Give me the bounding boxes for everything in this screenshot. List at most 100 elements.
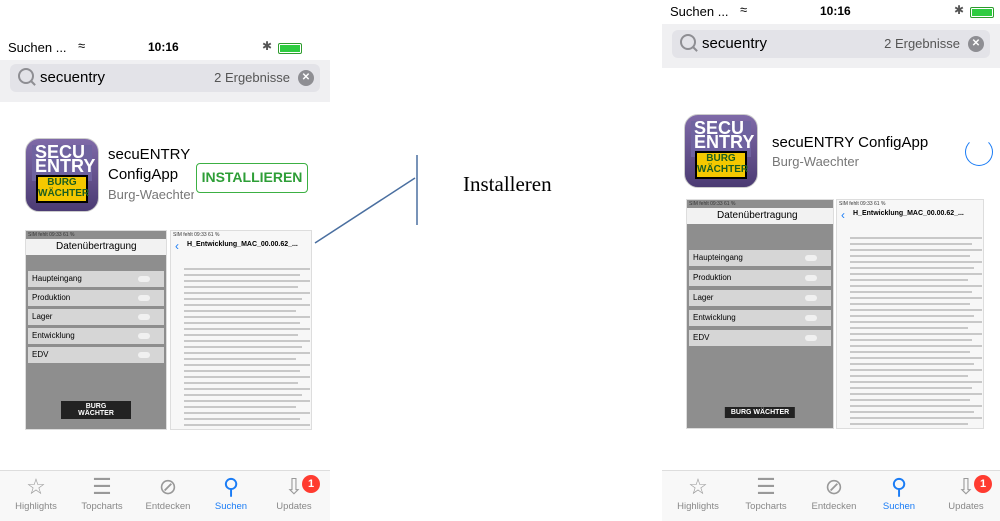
- tab-label: Topcharts: [81, 501, 123, 512]
- phone-before-install: Suchen ... ≈ 10:16 ✱ secuentry 2 Ergebni…: [0, 0, 330, 521]
- install-button[interactable]: INSTALLIEREN: [196, 163, 308, 193]
- menu-item: Lager: [28, 309, 164, 325]
- result-count: 2 Ergebnisse: [214, 70, 290, 85]
- menu-item: Entwicklung: [689, 310, 831, 326]
- menu-item: EDV: [689, 330, 831, 346]
- log-rows: [839, 226, 982, 428]
- back-chevron-icon: ‹: [841, 208, 845, 222]
- screenshot-status: SIM fehlt 09:33 61 %: [839, 201, 886, 207]
- bluetooth-icon: ✱: [954, 3, 965, 17]
- wifi-icon: ≈: [78, 38, 86, 53]
- menu-item: Produktion: [689, 270, 831, 286]
- menu-item: Produktion: [28, 290, 164, 306]
- search-icon: [680, 34, 696, 50]
- status-bar: Suchen ... ≈ 10:16 ✱: [0, 36, 330, 60]
- tab-label: Entdecken: [145, 501, 191, 512]
- annotation-lines: [314, 155, 418, 244]
- compass-icon: ⊘: [824, 474, 844, 499]
- search-input[interactable]: secuentry 2 Ergebnisse ✕: [10, 64, 320, 92]
- search-bar: secuentry 2 Ergebnisse ✕: [662, 24, 1000, 68]
- clear-search-icon[interactable]: ✕: [968, 36, 984, 52]
- app-icon-burg-logo: BURG WÄCHTER: [36, 175, 89, 203]
- updates-badge: 1: [974, 475, 992, 493]
- app-developer: Burg-Waechter: [772, 154, 859, 169]
- tab-label: Entdecken: [811, 501, 857, 512]
- tab-label: Suchen: [214, 501, 248, 512]
- status-bar: Suchen ... ≈ 10:16 ✱: [662, 0, 1000, 24]
- back-chevron-icon: ‹: [175, 239, 179, 253]
- tab-label: Updates: [276, 501, 312, 512]
- tab-label: Suchen: [882, 501, 916, 512]
- burg-waechter-logo: BURG WÄCHTER: [61, 401, 131, 419]
- app-name-line2[interactable]: ConfigApp: [108, 166, 178, 183]
- star-icon: ☆: [26, 474, 46, 499]
- app-name-line1[interactable]: secuENTRY: [108, 146, 190, 163]
- wifi-icon: ≈: [740, 2, 748, 17]
- search-query: secuentry: [702, 35, 768, 52]
- clock: 10:16: [820, 4, 851, 18]
- tab-bar: ☆ Highlights ☰ Topcharts ⊘ Entdecken ⚲ Suche…: [0, 470, 330, 521]
- screenshot-status: SIM fehlt 09:33 61 %: [28, 232, 75, 238]
- annotation-label: Installeren: [463, 172, 552, 196]
- tab-label: Topcharts: [745, 501, 787, 512]
- compass-icon: ⊘: [158, 474, 178, 499]
- app-screenshot-2[interactable]: SIM fehlt 09:33 61 % ‹ H_Entwicklung_MAC…: [836, 199, 984, 429]
- phone-installing: Suchen ... ≈ 10:16 ✱ secuentry 2 Ergebni…: [662, 0, 1000, 521]
- app-screenshot-1[interactable]: SIM fehlt 09:33 61 % Datenübertragung Ha…: [25, 230, 167, 430]
- clear-search-icon[interactable]: ✕: [298, 70, 314, 86]
- menu-item: EDV: [28, 347, 164, 363]
- log-lines-graphic: [849, 237, 982, 425]
- list-icon: ☰: [92, 474, 112, 499]
- battery-icon: [278, 43, 302, 54]
- clock: 10:16: [148, 40, 179, 54]
- screenshot-title: H_Entwicklung_MAC_00.00.62_...: [187, 241, 298, 248]
- tab-suchen[interactable]: ⚲ Suchen: [869, 471, 929, 521]
- menu-item: Haupteingang: [28, 271, 164, 287]
- list-icon: ☰: [756, 474, 776, 499]
- tab-label: Updates: [948, 501, 984, 512]
- menu-item: Entwicklung: [28, 328, 164, 344]
- tab-suchen[interactable]: ⚲ Suchen: [201, 471, 261, 521]
- search-input[interactable]: secuentry 2 Ergebnisse ✕: [672, 30, 990, 58]
- tab-highlights[interactable]: ☆ Highlights: [668, 471, 728, 521]
- app-screenshot-1[interactable]: SIM fehlt 09:33 61 % Datenübertragung Ha…: [686, 199, 834, 429]
- screenshot-status: SIM fehlt 09:33 61 %: [173, 232, 220, 238]
- app-name[interactable]: secuENTRY ConfigApp: [772, 134, 928, 151]
- tab-topcharts[interactable]: ☰ Topcharts: [736, 471, 796, 521]
- tab-entdecken[interactable]: ⊘ Entdecken: [804, 471, 864, 521]
- screenshot-header: Datenübertragung: [687, 208, 833, 224]
- menu-item: Haupteingang: [689, 250, 831, 266]
- tab-entdecken[interactable]: ⊘ Entdecken: [138, 471, 198, 521]
- tab-label: Highlights: [15, 501, 57, 512]
- app-developer: Burg-Waechter: [108, 187, 194, 202]
- log-lines-graphic: [183, 268, 310, 426]
- screenshot-status: SIM fehlt 09:33 61 %: [689, 201, 736, 207]
- battery-icon: [970, 7, 994, 18]
- search-bar: secuentry 2 Ergebnisse ✕: [0, 60, 330, 102]
- menu-item: Lager: [689, 290, 831, 306]
- tab-bar: ☆ Highlights ☰ Topcharts ⊘ Entdecken ⚲ Suche…: [662, 470, 1000, 521]
- tab-updates[interactable]: ⇩ Updates 1: [264, 471, 324, 521]
- app-icon[interactable]: SECU ENTRY BURG WÄCHTER: [25, 138, 99, 212]
- app-icon-burg-logo: BURG WÄCHTER: [695, 151, 748, 179]
- tab-label: Highlights: [677, 501, 719, 512]
- search-icon: ⚲: [890, 474, 908, 499]
- tab-updates[interactable]: ⇩ Updates 1: [936, 471, 996, 521]
- install-progress-spinner[interactable]: [965, 138, 993, 166]
- carrier-label: Suchen ...: [670, 4, 729, 19]
- burg-waechter-logo: BURG WÄCHTER: [724, 407, 796, 418]
- app-screenshot-2[interactable]: SIM fehlt 09:33 61 % ‹ H_Entwicklung_MAC…: [170, 230, 312, 430]
- screenshot-title: H_Entwicklung_MAC_00.00.62_...: [853, 210, 964, 217]
- screenshot-header: Datenübertragung: [26, 239, 166, 255]
- result-count: 2 Ergebnisse: [884, 36, 960, 51]
- app-icon[interactable]: SECU ENTRY BURG WÄCHTER: [684, 114, 758, 188]
- search-icon: ⚲: [222, 474, 240, 499]
- updates-badge: 1: [302, 475, 320, 493]
- carrier-label: Suchen ...: [8, 40, 67, 55]
- log-rows: [173, 257, 310, 429]
- search-query: secuentry: [40, 69, 106, 86]
- star-icon: ☆: [688, 474, 708, 499]
- tab-highlights[interactable]: ☆ Highlights: [6, 471, 66, 521]
- bluetooth-icon: ✱: [262, 39, 273, 53]
- tab-topcharts[interactable]: ☰ Topcharts: [72, 471, 132, 521]
